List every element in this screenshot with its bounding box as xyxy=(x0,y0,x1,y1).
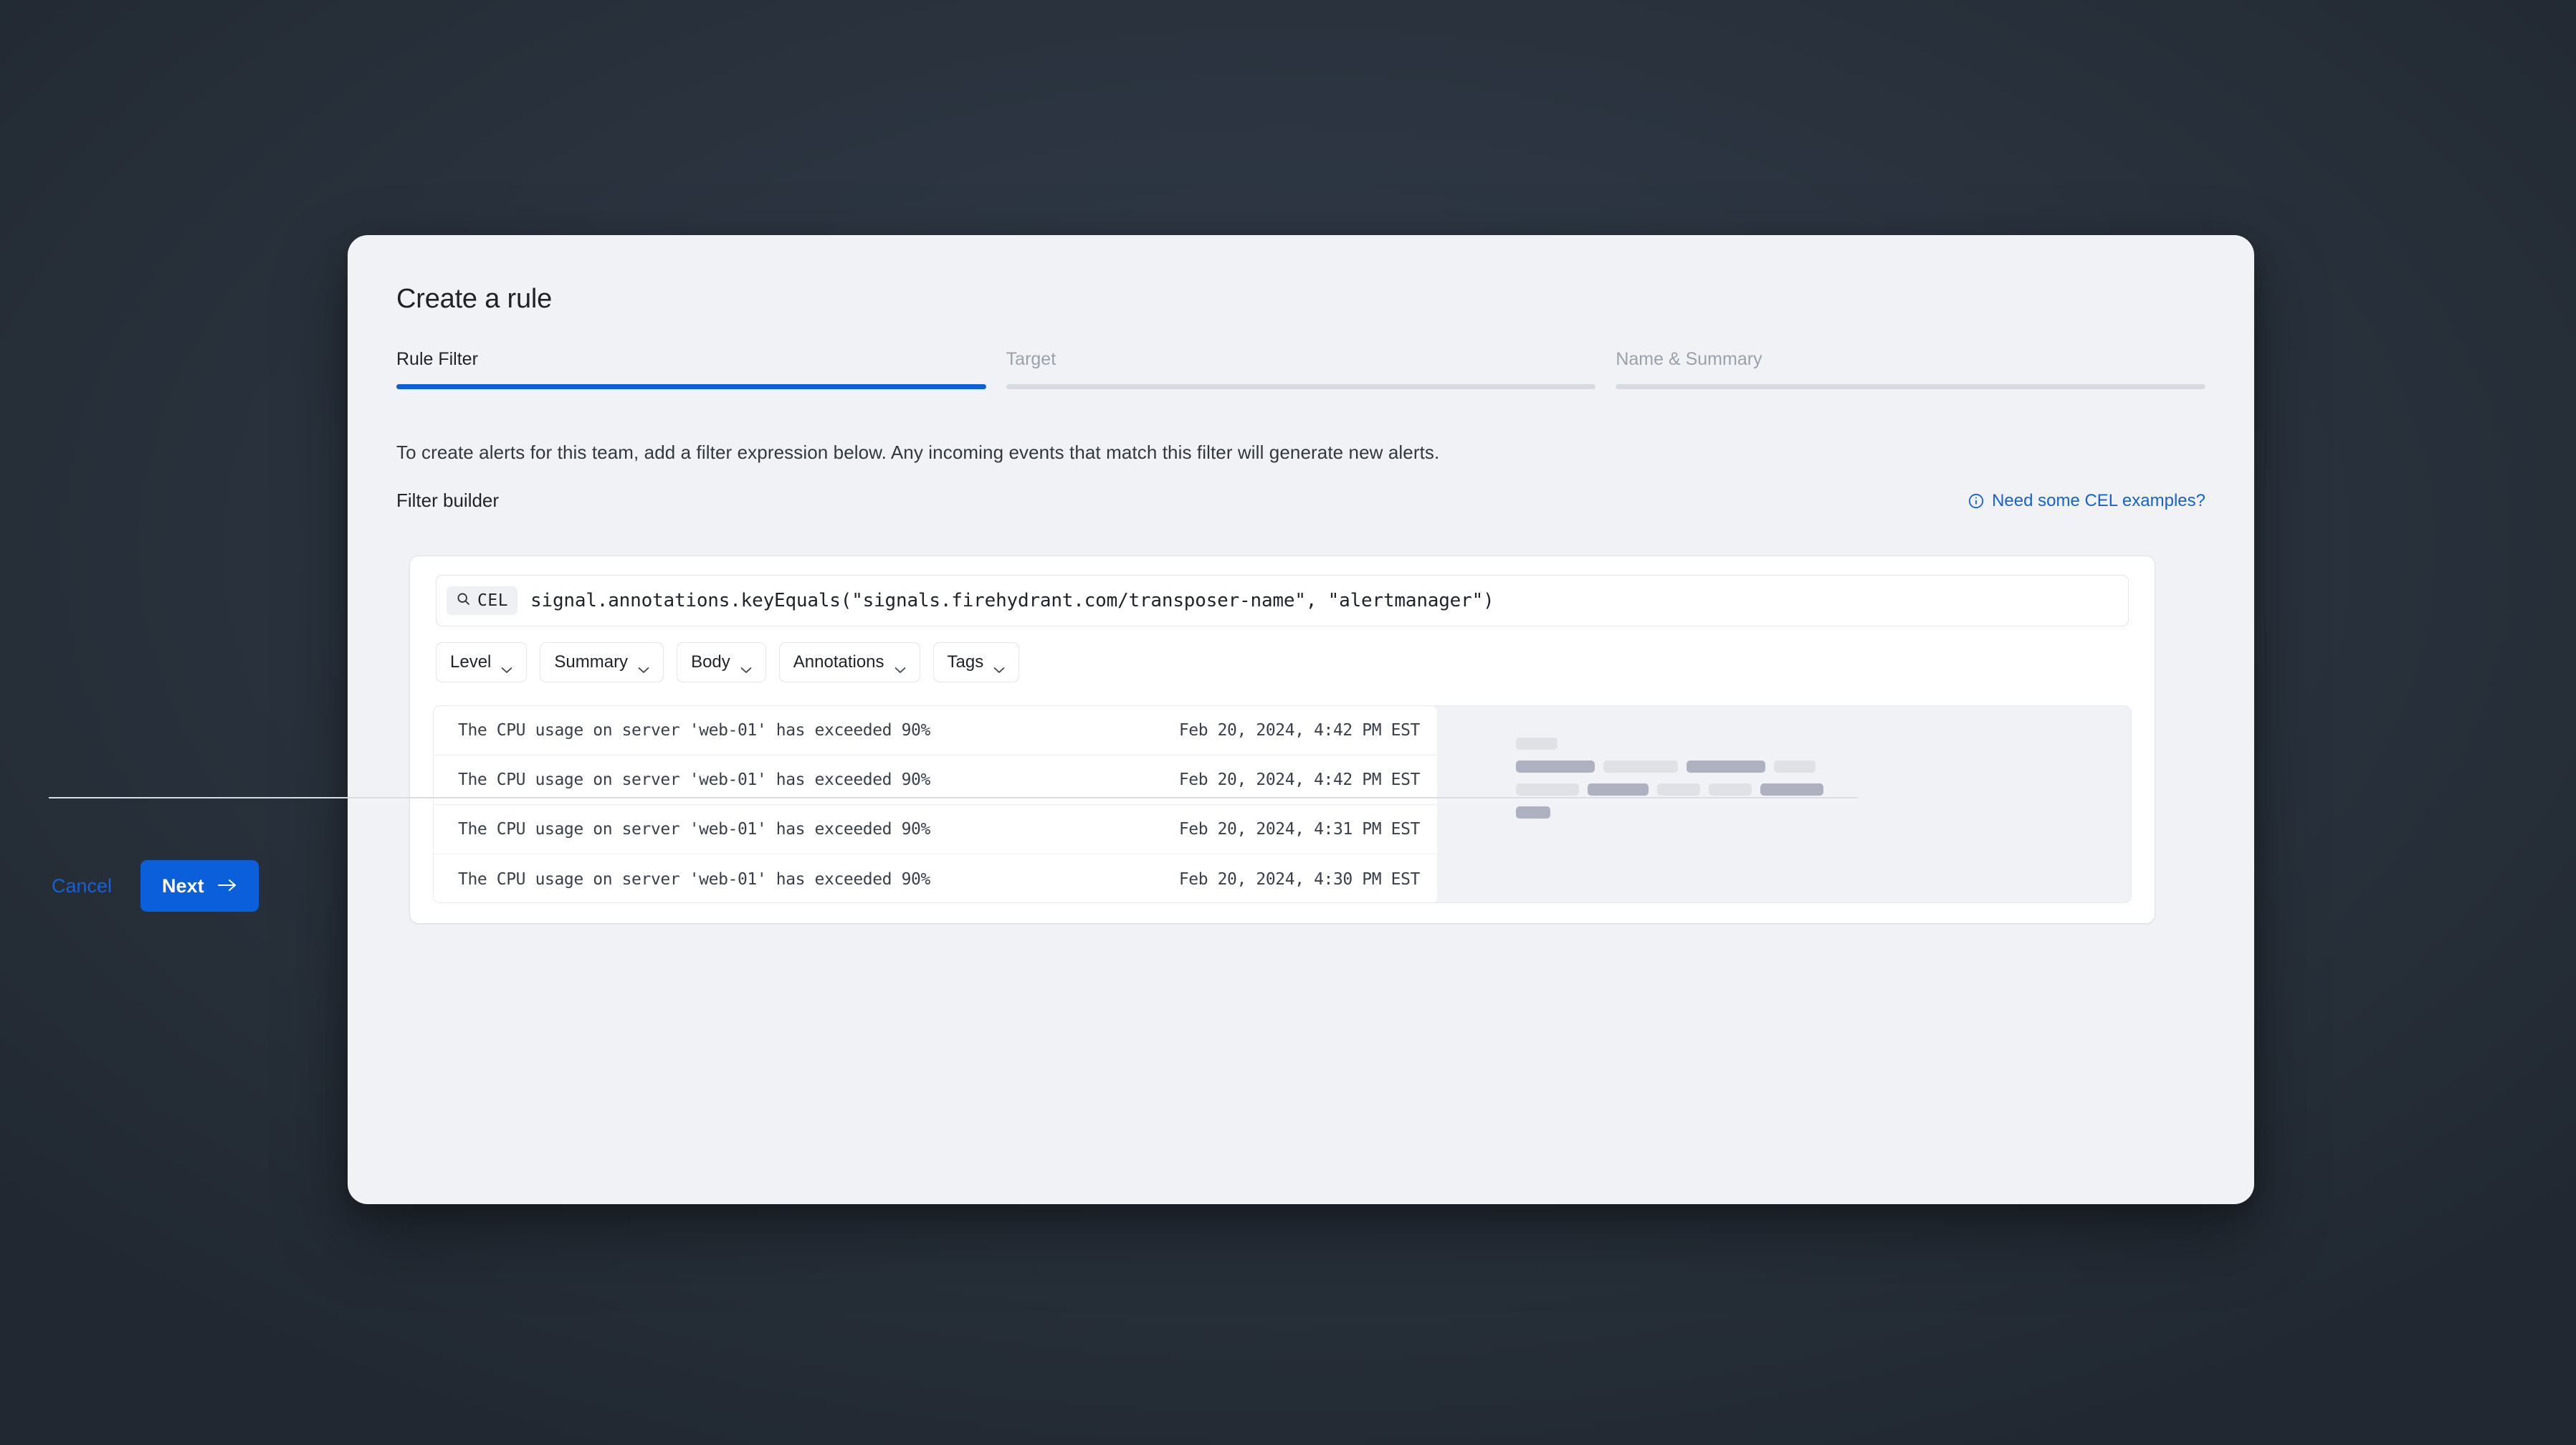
next-button[interactable]: Next xyxy=(140,860,259,912)
step-progress: Rule Filter Target Name & Summary xyxy=(396,348,2206,389)
cel-badge: CEL xyxy=(447,586,518,615)
skeleton-block xyxy=(1760,783,1823,796)
chevron-down-icon xyxy=(895,659,906,673)
skeleton-block xyxy=(1657,783,1700,796)
step-name-summary[interactable]: Name & Summary xyxy=(1616,348,2206,389)
skeleton-block xyxy=(1516,760,1595,773)
skeleton-row xyxy=(1516,783,1823,796)
cel-examples-link-label: Need some CEL examples? xyxy=(1992,490,2205,510)
cancel-button[interactable]: Cancel xyxy=(49,867,115,906)
table-row[interactable]: The CPU usage on server 'web-01' has exc… xyxy=(434,854,1437,902)
cel-badge-label: CEL xyxy=(477,591,509,610)
chevron-down-icon xyxy=(501,659,512,673)
matching-events-list: The CPU usage on server 'web-01' has exc… xyxy=(434,706,1437,902)
skeleton-block xyxy=(1516,783,1579,796)
filter-chip-label: Body xyxy=(691,652,730,672)
event-timestamp: Feb 20, 2024, 4:42 PM EST xyxy=(1178,771,1421,789)
chevron-down-icon xyxy=(740,659,752,673)
skeleton-block xyxy=(1687,760,1765,773)
event-message: The CPU usage on server 'web-01' has exc… xyxy=(458,771,930,789)
arrow-right-icon xyxy=(217,875,237,897)
skeleton-row xyxy=(1516,806,1550,819)
skeleton-row xyxy=(1516,738,1557,750)
cel-expression-value[interactable]: signal.annotations.keyEquals("signals.fi… xyxy=(530,590,1494,611)
cel-examples-link[interactable]: Need some CEL examples? xyxy=(1967,491,2205,511)
footer-actions: Cancel Next xyxy=(49,860,259,912)
skeleton-block xyxy=(1603,760,1678,773)
step-progress-bar xyxy=(1616,384,2206,389)
filter-builder-label: Filter builder xyxy=(396,490,500,511)
page-title: Create a rule xyxy=(396,284,553,314)
event-timestamp: Feb 20, 2024, 4:42 PM EST xyxy=(1178,721,1421,740)
event-message: The CPU usage on server 'web-01' has exc… xyxy=(458,869,930,889)
dialog-description: To create alerts for this team, add a fi… xyxy=(396,442,1440,463)
filter-chip-summary[interactable]: Summary xyxy=(540,642,664,682)
info-circle-icon xyxy=(1967,492,1985,510)
chevron-down-icon xyxy=(993,659,1005,673)
filter-chip-annotations[interactable]: Annotations xyxy=(778,642,920,682)
chevron-down-icon xyxy=(638,659,649,673)
table-row[interactable]: The CPU usage on server 'web-01' has exc… xyxy=(434,805,1437,854)
step-progress-bar xyxy=(396,384,986,389)
event-detail-skeleton xyxy=(1437,706,2131,902)
step-progress-bar xyxy=(1006,384,1596,389)
search-icon xyxy=(456,591,471,610)
skeleton-row xyxy=(1516,760,1816,773)
filter-chip-level[interactable]: Level xyxy=(436,642,528,682)
filter-builder-panel: CEL signal.annotations.keyEquals("signal… xyxy=(410,556,2155,923)
table-row[interactable]: The CPU usage on server 'web-01' has exc… xyxy=(434,706,1437,755)
skeleton-block xyxy=(1709,783,1752,796)
step-rule-filter[interactable]: Rule Filter xyxy=(396,348,986,389)
cel-input[interactable]: CEL signal.annotations.keyEquals("signal… xyxy=(436,575,2129,626)
filter-chip-label: Summary xyxy=(554,652,629,672)
filter-chips: Level Summary Body Annotations Tags xyxy=(436,642,1020,682)
filter-chip-label: Annotations xyxy=(793,652,884,672)
skeleton-block xyxy=(1516,806,1550,819)
skeleton-block xyxy=(1774,760,1816,773)
event-timestamp: Feb 20, 2024, 4:31 PM EST xyxy=(1178,820,1421,839)
event-timestamp: Feb 20, 2024, 4:30 PM EST xyxy=(1178,869,1421,889)
filter-chip-label: Tags xyxy=(947,652,984,672)
filter-chip-body[interactable]: Body xyxy=(677,642,766,682)
matching-events-preview: The CPU usage on server 'web-01' has exc… xyxy=(433,705,2132,903)
filter-builder-header: Filter builder Need some CEL examples? xyxy=(396,490,2205,512)
filter-chip-tags[interactable]: Tags xyxy=(932,642,1020,682)
step-label: Target xyxy=(1006,349,1056,369)
filter-chip-label: Level xyxy=(450,652,492,672)
skeleton-block xyxy=(1516,738,1557,750)
event-message: The CPU usage on server 'web-01' has exc… xyxy=(458,721,930,740)
skeleton-block xyxy=(1588,783,1649,796)
next-button-label: Next xyxy=(162,874,204,897)
event-message: The CPU usage on server 'web-01' has exc… xyxy=(458,820,930,839)
step-label: Name & Summary xyxy=(1616,349,1762,369)
footer-divider xyxy=(49,797,1858,798)
step-target[interactable]: Target xyxy=(1006,348,1596,389)
step-label: Rule Filter xyxy=(396,349,478,369)
